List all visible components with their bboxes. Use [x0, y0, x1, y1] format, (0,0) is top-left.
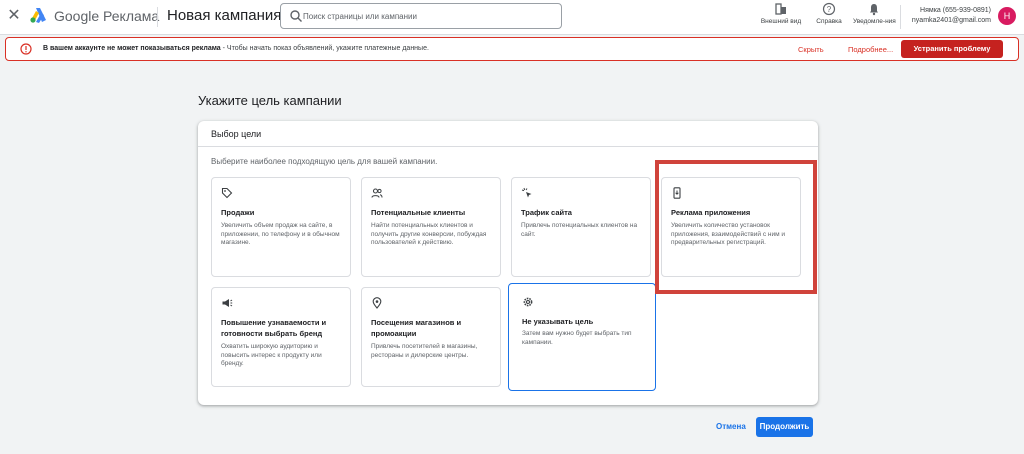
tag-icon	[221, 187, 233, 199]
google-ads-logo	[30, 8, 46, 23]
account-info[interactable]: Нямка (655-939-0891) nyamka2401@gmail.co…	[895, 6, 991, 26]
more-info-link[interactable]: Подробнее...	[848, 45, 893, 54]
panel-header: Выбор цели	[198, 121, 818, 147]
goal-card-traffic[interactable]: Трафик сайта Привлечь потенциальных клие…	[511, 177, 651, 277]
svg-text:?: ?	[827, 5, 832, 14]
hide-alert-link[interactable]: Скрыть	[798, 45, 824, 54]
close-icon[interactable]: ✕	[7, 7, 21, 25]
goal-description: Затем вам нужно будет выбрать тип кампан…	[522, 330, 632, 346]
people-icon	[371, 188, 383, 198]
brand-name: Google Реклама	[54, 8, 159, 24]
goal-card-sales[interactable]: Продажи Увеличить объем продаж на сайте,…	[211, 177, 351, 277]
appearance-button[interactable]: Внешний вид	[760, 2, 802, 34]
highlight-frame	[655, 160, 817, 294]
page-heading: Укажите цель кампании	[198, 93, 342, 108]
goal-description: Увеличить объем продаж на сайте, в прило…	[221, 222, 340, 246]
goal-card-leads[interactable]: Потенциальные клиенты Найти потенциальны…	[361, 177, 501, 277]
brand-google: Google	[54, 8, 100, 24]
alert-message: В вашем аккаунте не может показываться р…	[43, 45, 429, 52]
appearance-label: Внешний вид	[760, 18, 802, 25]
goal-description: Привлечь посетителей в магазины, рестора…	[371, 343, 478, 359]
panel-subtitle: Выберите наиболее подходящую цель для ва…	[211, 157, 438, 166]
header-divider	[157, 7, 158, 27]
alert-banner: В вашем аккаунте не может показываться р…	[5, 37, 1019, 61]
alert-rest-text: - Чтобы начать показ объявлений, укажите…	[220, 45, 429, 52]
alert-bold-text: В вашем аккаунте не может показываться р…	[43, 45, 221, 52]
cursor-click-icon	[521, 187, 532, 198]
goal-card-no-goal[interactable]: Не указывать цель Затем вам нужно будет …	[508, 283, 656, 391]
goal-card-awareness[interactable]: Повышение узнаваемости и готовности выбр…	[211, 287, 351, 387]
goal-title: Повышение узнаваемости и готовности выбр…	[221, 318, 327, 338]
search-icon	[290, 10, 302, 22]
fix-problem-button[interactable]: Устранить проблему	[901, 40, 1003, 58]
goal-title: Потенциальные клиенты	[371, 208, 466, 217]
notifications-button[interactable]: Уведомле-ния	[853, 2, 896, 34]
account-email: nyamka2401@gmail.com	[911, 17, 991, 24]
top-bar: ✕ Google Реклама Новая кампания Внешний …	[0, 0, 1024, 35]
goal-description: Охватить широкую аудиторию и повысить ин…	[221, 343, 322, 367]
megaphone-icon	[222, 299, 233, 307]
appearance-icon	[775, 3, 786, 15]
goal-card-store-visits[interactable]: Посещения магазинов и промоакции Привлеч…	[361, 287, 501, 387]
goal-title: Посещения магазинов и промоакции	[371, 318, 462, 338]
goal-description: Найти потенциальных клиентов и получить …	[371, 222, 487, 246]
help-icon: ?	[822, 2, 836, 16]
panel-title: Выбор цели	[211, 129, 262, 139]
goal-title: Продажи	[221, 208, 255, 217]
gear-icon	[523, 297, 533, 307]
bell-icon	[870, 4, 878, 16]
goal-description: Привлечь потенциальных клиентов на сайт.	[521, 222, 638, 238]
cancel-button[interactable]: Отмена	[716, 422, 746, 431]
goal-title: Трафик сайта	[521, 208, 572, 217]
location-pin-icon	[372, 297, 382, 309]
search-box[interactable]	[280, 3, 562, 29]
goal-title: Не указывать цель	[522, 317, 594, 326]
error-icon	[20, 43, 32, 55]
continue-button[interactable]: Продолжить	[756, 417, 813, 437]
help-label: Справка	[816, 18, 842, 25]
notifications-label: Уведомле-ния	[853, 18, 896, 25]
brand-product: Реклама	[103, 8, 160, 24]
avatar[interactable]: Н	[998, 7, 1016, 25]
account-name: Нямка (655-939-0891)	[920, 7, 991, 14]
page-title: Новая кампания	[167, 7, 282, 24]
help-button[interactable]: ? Справка	[808, 2, 850, 34]
search-input[interactable]	[303, 8, 553, 24]
